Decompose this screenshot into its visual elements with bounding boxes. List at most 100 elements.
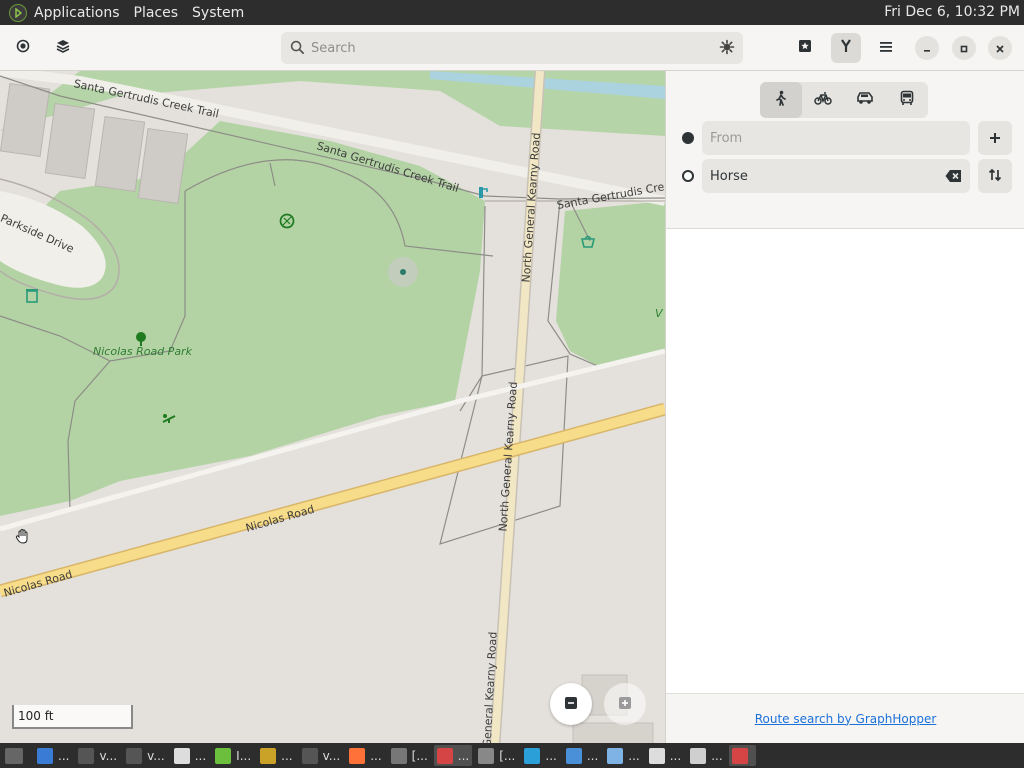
map-view[interactable]: Santa Gertrudis Creek Trail Santa Gertru…: [0, 71, 665, 743]
taskbar-item-label: ...: [669, 748, 682, 763]
maximize-icon: [959, 39, 969, 58]
zoom-in-button[interactable]: [604, 683, 646, 725]
destination-ring-icon: [682, 170, 694, 182]
app-icon: [524, 747, 541, 764]
location-target-icon: [15, 38, 31, 58]
app-icon: [607, 747, 624, 764]
taskbar-item[interactable]: v...: [123, 745, 168, 766]
mode-transit-button[interactable]: [886, 82, 928, 118]
taskbar-item-label: ...: [58, 748, 70, 763]
mode-car-button[interactable]: [844, 82, 886, 118]
favorites-button[interactable]: [790, 33, 820, 63]
minimize-icon: [922, 39, 932, 58]
drinking-water-icon[interactable]: [475, 184, 489, 204]
taskbar-item-label: ...: [545, 748, 557, 763]
taskbar-item[interactable]: [728, 745, 756, 766]
app-icon: [565, 747, 582, 764]
layers-button[interactable]: [48, 33, 78, 63]
app-icon: [349, 747, 366, 764]
taskbar-item[interactable]: [...: [388, 745, 431, 766]
taskbar-item-label: ...: [370, 748, 382, 763]
walking-person-icon: [773, 90, 789, 110]
app-icon: [690, 747, 707, 764]
taskbar-item[interactable]: ...: [563, 745, 601, 766]
search-box[interactable]: [281, 32, 743, 64]
picnic-basket-icon[interactable]: [580, 233, 596, 253]
to-field[interactable]: [702, 159, 970, 193]
locate-button[interactable]: [8, 33, 38, 63]
graphhopper-link[interactable]: Route search by GraphHopper: [755, 712, 937, 726]
taskbar-item[interactable]: ...: [34, 745, 72, 766]
pan-hand-cursor-icon: [14, 527, 32, 549]
swap-arrows-icon: [988, 167, 1002, 186]
taskbar-item[interactable]: I...: [212, 745, 254, 766]
route-from-row: [676, 121, 1012, 155]
from-input[interactable]: [710, 128, 940, 148]
taskbar-item[interactable]: ...: [521, 745, 559, 766]
app-icon: [78, 747, 95, 764]
taskbar-item[interactable]: ...: [687, 745, 725, 766]
menu-applications[interactable]: Applications: [34, 5, 120, 21]
search-icon: [290, 40, 305, 59]
taskbar-item-label: ...: [628, 748, 640, 763]
plus-icon: [618, 695, 632, 714]
clear-text-icon[interactable]: [945, 168, 962, 187]
taskbar-item-label: I...: [236, 748, 252, 763]
show-desktop-button[interactable]: [2, 745, 31, 766]
layers-icon: [55, 38, 71, 58]
zoom-out-button[interactable]: [550, 683, 592, 725]
taskbar: ... v... v...... I...... v...... [...... [....…: [0, 743, 1024, 768]
clock[interactable]: Fri Dec 6, 10:32 PM: [884, 4, 1020, 20]
taskbar-item[interactable]: ...: [171, 745, 209, 766]
sports-pitch-icon[interactable]: [279, 213, 295, 233]
transport-mode-switcher: [760, 82, 928, 118]
desktop-icon: [5, 747, 23, 764]
minimize-button[interactable]: [915, 36, 939, 60]
taskbar-item-label: ...: [281, 748, 293, 763]
bus-icon: [899, 90, 915, 110]
app-icon: [390, 747, 407, 764]
mode-bike-button[interactable]: [802, 82, 844, 118]
search-input[interactable]: [311, 38, 711, 58]
app-icon: [648, 747, 665, 764]
close-button[interactable]: [988, 36, 1012, 60]
route-planner: [666, 71, 1024, 229]
waste-basket-icon[interactable]: [25, 287, 39, 307]
taskbar-item-label: ...: [457, 748, 470, 763]
search-options-icon[interactable]: [719, 39, 735, 59]
taskbar-item[interactable]: v...: [299, 745, 344, 766]
taskbar-item-label: ...: [711, 748, 723, 763]
app-icon: [173, 747, 190, 764]
mode-walk-button[interactable]: [760, 82, 802, 118]
top-panel: Applications Places System Fri Dec 6, 10…: [0, 0, 1024, 25]
taskbar-item[interactable]: ...: [646, 745, 684, 766]
taskbar-item[interactable]: v...: [75, 745, 120, 766]
menu-system[interactable]: System: [192, 5, 244, 21]
close-icon: [995, 39, 1005, 58]
route-fork-icon: [838, 38, 854, 58]
maximize-button[interactable]: [952, 36, 976, 60]
bookmark-star-icon: [797, 38, 813, 58]
add-via-button[interactable]: [978, 121, 1012, 155]
taskbar-item[interactable]: ...: [257, 745, 295, 766]
distro-logo-icon[interactable]: [9, 3, 27, 22]
taskbar-item[interactable]: ...: [346, 745, 384, 766]
from-field[interactable]: [702, 121, 970, 155]
swap-route-button[interactable]: [978, 159, 1012, 193]
app-icon: [215, 747, 232, 764]
taskbar-item[interactable]: [...: [475, 745, 518, 766]
menu-places[interactable]: Places: [134, 5, 179, 21]
scale-bar: 100 ft: [12, 705, 133, 729]
to-input[interactable]: [710, 166, 940, 186]
bicycle-icon: [814, 90, 832, 110]
taskbar-item[interactable]: ...: [604, 745, 642, 766]
hamburger-menu-icon: [879, 39, 893, 58]
route-button[interactable]: [831, 33, 861, 63]
map-label-edge: V: [655, 307, 663, 320]
taskbar-item-label: ...: [194, 748, 207, 763]
main-menu-button[interactable]: [871, 33, 901, 63]
taskbar-item-label: v...: [99, 748, 118, 763]
taskbar-item[interactable]: ...: [433, 745, 473, 766]
playground-icon[interactable]: [161, 409, 177, 429]
taskbar-item-label: [...: [499, 748, 516, 763]
